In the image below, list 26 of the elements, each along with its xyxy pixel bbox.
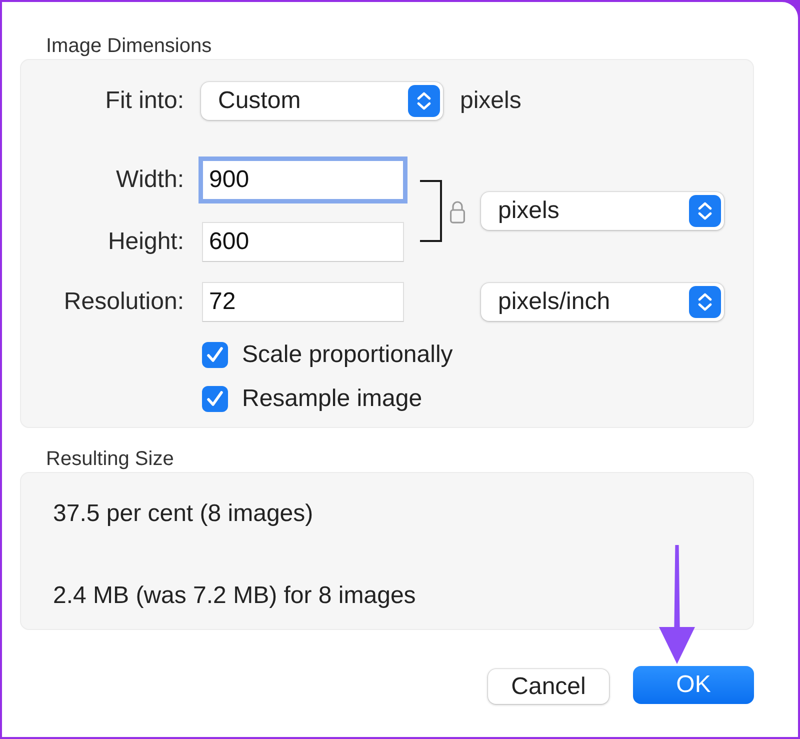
- popup-button[interactable]: pixels: [481, 192, 724, 230]
- checkbox[interactable]: [202, 342, 228, 368]
- number-field[interactable]: 600: [202, 222, 404, 262]
- bracket-icon: [419, 180, 443, 242]
- updown-chevron-icon: [689, 286, 721, 318]
- cancel-button[interactable]: Cancel: [488, 669, 609, 704]
- checkbox-label: Scale proportionally: [242, 341, 453, 369]
- field-label: Fit into:: [105, 87, 184, 115]
- popup-button[interactable]: Custom: [201, 82, 443, 120]
- popup-button[interactable]: pixels/inch: [481, 283, 724, 321]
- section-title: Resulting Size: [46, 447, 174, 471]
- field-label: Height:: [108, 228, 184, 256]
- result-text: 2.4 MB (was 7.2 MB) for 8 images: [53, 584, 416, 608]
- updown-chevron-icon: [689, 195, 721, 227]
- ok-button[interactable]: OK: [633, 666, 754, 704]
- section-title: Image Dimensions: [46, 34, 212, 58]
- checkbox[interactable]: [202, 386, 228, 412]
- result-text: 37.5 per cent (8 images): [53, 502, 314, 526]
- updown-chevron-icon: [408, 85, 440, 117]
- field-label: Resolution:: [64, 288, 184, 316]
- field-label: Width:: [116, 166, 184, 194]
- unit-label: pixels: [460, 87, 522, 115]
- number-field[interactable]: 72: [202, 282, 404, 322]
- lock-icon[interactable]: [449, 198, 466, 224]
- checkbox-label: Resample image: [242, 385, 422, 413]
- down-arrow-icon: [657, 543, 697, 665]
